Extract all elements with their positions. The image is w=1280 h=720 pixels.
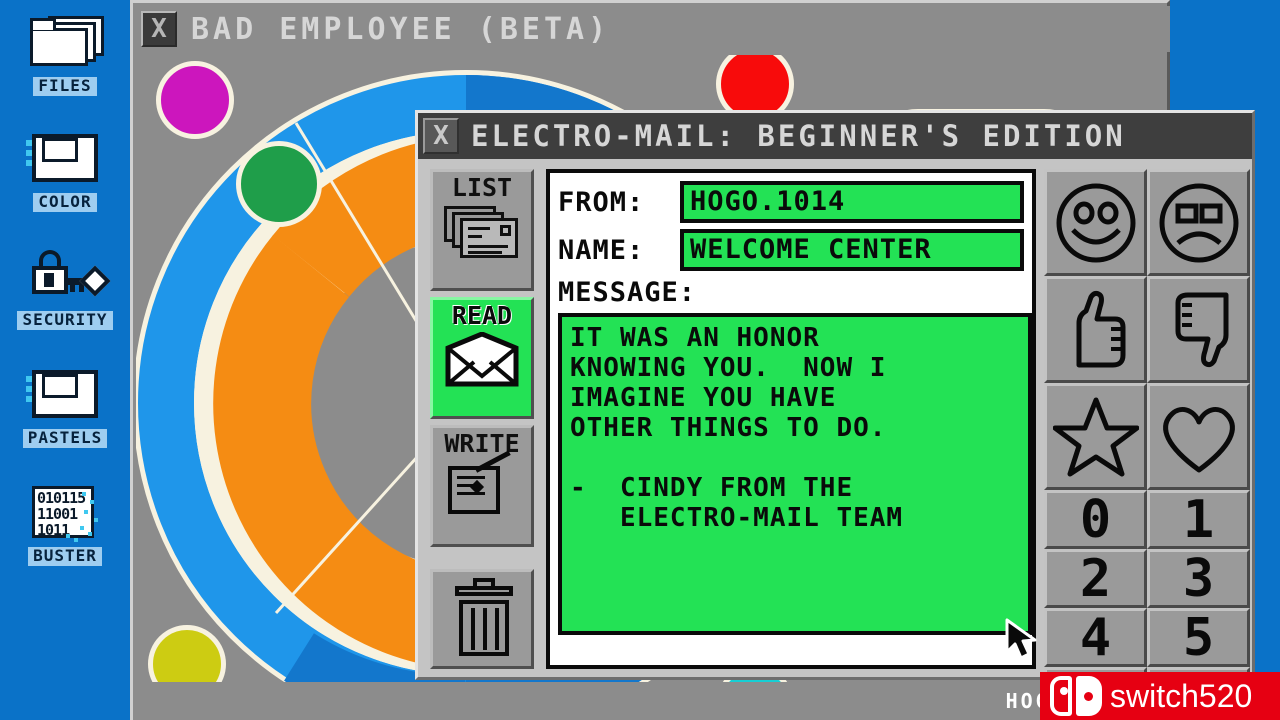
electro-mail-window: X ELECTRO-MAIL: BEGINNER'S EDITION LIST	[415, 110, 1255, 720]
nav-button-write[interactable]: WRITE	[430, 425, 534, 547]
close-icon[interactable]: X	[423, 118, 459, 154]
desktop-sidebar: FILES COLOR SECURITY PASTELS 010115 1100…	[0, 0, 130, 720]
from-value[interactable]: HOGO.1014	[680, 181, 1024, 223]
heart-icon	[1162, 406, 1235, 472]
desktop-icon-label: PASTELS	[22, 429, 108, 448]
open-envelope-icon	[442, 331, 522, 390]
node-magenta[interactable]	[156, 61, 234, 139]
pastels-window-icon	[22, 364, 108, 426]
thumbs-up-icon	[1076, 290, 1125, 367]
binary-buster-icon: 010115 11001 1011	[22, 482, 108, 544]
desktop-icon-color[interactable]: COLOR	[0, 128, 130, 212]
nav-button-read[interactable]: READ	[430, 297, 534, 419]
joycon-logo-icon	[1050, 676, 1106, 716]
mail-content-panel: FROM: HOGO.1014 NAME: WELCOME CENTER MES…	[546, 169, 1037, 669]
game-screen: FILES COLOR SECURITY PASTELS 010115 1100…	[0, 0, 1280, 720]
name-value[interactable]: WELCOME CENTER	[680, 229, 1024, 271]
lock-and-key-icon	[22, 246, 111, 308]
nav-label: READ	[451, 301, 513, 330]
mail-nav: LIST READ WRITE	[430, 169, 534, 669]
reaction-smiley-button[interactable]	[1044, 169, 1147, 276]
desktop-icon-label: FILES	[33, 77, 97, 96]
mail-reaction-keypad: 0 1 2 3 4 5 6 7 8 9	[1044, 169, 1250, 720]
key-5[interactable]: 5	[1147, 608, 1250, 667]
message-body[interactable]: IT WAS AN HONOR KNOWING YOU. NOW I IMAGI…	[558, 313, 1032, 635]
name-label: NAME:	[558, 234, 645, 266]
nav-label: LIST	[451, 173, 513, 202]
key-label: 5	[1182, 607, 1215, 668]
desktop-icon-buster[interactable]: 010115 11001 1011 BUSTER	[0, 482, 130, 566]
pen-and-paper-icon	[442, 450, 522, 518]
key-3[interactable]: 3	[1147, 549, 1250, 608]
thumbs-down-icon	[1175, 292, 1228, 367]
desktop-icon-files[interactable]: FILES	[0, 12, 130, 96]
key-label: 0	[1079, 489, 1112, 550]
app-statusbar: HOGO ADVAN	[136, 682, 1170, 720]
trash-can-icon	[459, 600, 509, 656]
key-label: 2	[1079, 548, 1112, 609]
node-green[interactable]	[236, 141, 322, 227]
mail-title: ELECTRO-MAIL: BEGINNER'S EDITION	[471, 119, 1126, 153]
reaction-thumbsup-button[interactable]	[1044, 276, 1147, 383]
star-icon	[1052, 397, 1139, 476]
desktop-icon-pastels[interactable]: PASTELS	[0, 364, 130, 448]
from-label: FROM:	[558, 186, 645, 218]
folder-stack-icon	[22, 12, 108, 74]
mail-titlebar: X ELECTRO-MAIL: BEGINNER'S EDITION	[418, 113, 1252, 159]
key-label: 1	[1182, 489, 1215, 550]
watermark: switch520	[1040, 672, 1280, 720]
envelope-stack-icon	[442, 204, 522, 262]
smile-icon	[1056, 183, 1135, 262]
reaction-frowny-button[interactable]	[1147, 169, 1250, 276]
message-label: MESSAGE:	[558, 277, 697, 308]
key-4[interactable]: 4	[1044, 608, 1147, 667]
nav-button-list[interactable]: LIST	[430, 169, 534, 291]
from-row: FROM: HOGO.1014	[558, 181, 1024, 223]
close-icon[interactable]: X	[141, 11, 177, 47]
name-row: NAME: WELCOME CENTER	[558, 229, 1024, 271]
desktop-icon-label: SECURITY	[17, 311, 113, 330]
trash-button[interactable]	[430, 569, 534, 669]
key-2[interactable]: 2	[1044, 549, 1147, 608]
key-1[interactable]: 1	[1147, 490, 1250, 549]
desktop-icon-label: COLOR	[33, 193, 97, 212]
watermark-text: switch520	[1110, 677, 1253, 714]
key-label: 4	[1079, 607, 1112, 668]
app-titlebar: X BAD EMPLOYEE (BETA)	[136, 6, 1170, 52]
reaction-star-button[interactable]	[1044, 383, 1147, 490]
color-window-icon	[22, 128, 108, 190]
reaction-thumbsdown-button[interactable]	[1147, 276, 1250, 383]
app-title: BAD EMPLOYEE (BETA)	[191, 11, 611, 47]
desktop-icon-label: BUSTER	[28, 547, 102, 566]
frown-icon	[1159, 183, 1238, 262]
desktop-icon-security[interactable]: SECURITY	[0, 246, 130, 330]
trash-lid	[455, 586, 513, 596]
key-label: 3	[1182, 548, 1215, 609]
key-0[interactable]: 0	[1044, 490, 1147, 549]
reaction-heart-button[interactable]	[1147, 383, 1250, 490]
